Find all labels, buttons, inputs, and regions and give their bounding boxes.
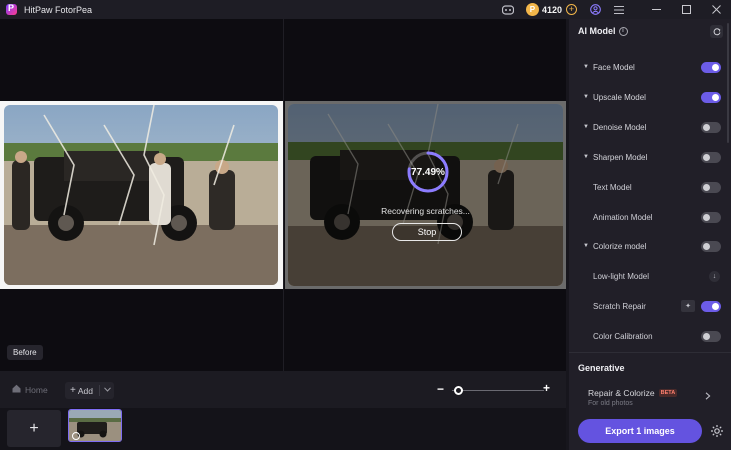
minimize-icon[interactable] [641,0,671,19]
gear-icon[interactable] [710,424,724,441]
model-toggle[interactable] [701,240,721,252]
model-row[interactable]: ▼ Denoise Model [569,119,731,135]
download-icon[interactable]: ↓ [709,270,720,282]
after-photo-frame: 77.49% Recovering scratches... Stop [285,101,566,289]
model-toggle[interactable] [701,181,721,193]
model-label: Face Model [593,62,635,72]
add-separator [98,385,100,396]
beta-badge: BETA [658,389,678,397]
thumbnail-strip: + [0,408,566,450]
processing-overlay [288,104,563,286]
repair-colorize-label: Repair & Colorize [588,388,655,398]
caret-down-icon[interactable]: ▼ [583,124,589,130]
model-label: Colorize model [593,241,647,251]
before-label: Before [7,345,43,360]
model-toggle[interactable] [701,330,721,342]
progress-ring: 77.49% [406,150,450,194]
model-row[interactable]: ▼ Sharpen Model [569,149,731,165]
zoom-out-button[interactable]: − [437,382,444,396]
compare-divider[interactable] [283,19,284,371]
preview-canvas: 77.49% Recovering scratches... Stop Befo… [0,19,566,371]
image-thumbnail[interactable] [68,409,122,442]
canvas-toolbar: Home + Add − + [0,371,566,408]
model-label: Text Model [593,182,632,192]
caret-down-icon[interactable]: ▼ [583,64,589,70]
ai-model-title: AI Model i [578,26,628,36]
close-icon[interactable] [701,0,731,19]
info-icon[interactable]: i [618,26,628,36]
chevron-down-icon[interactable] [104,387,111,394]
menu-icon[interactable] [611,2,627,18]
model-row[interactable]: ▼ Face Model [569,59,731,75]
user-icon[interactable] [587,2,603,18]
after-photo: 77.49% Recovering scratches... Stop [288,104,563,286]
ai-model-title-text: AI Model [578,26,616,36]
app-logo-icon [6,3,17,15]
magic-wand-icon[interactable]: ✦ [681,300,695,312]
maximize-icon[interactable] [671,0,701,19]
add-coins-icon[interactable]: + [566,4,577,15]
export-button[interactable]: Export 1 images [578,419,702,443]
app-title: HitPaw FotorPea [24,4,93,15]
zoom-slider[interactable] [452,390,544,391]
home-label: Home [25,384,48,395]
model-row[interactable]: ▼ Upscale Model [569,89,731,105]
reset-icon[interactable] [710,25,723,38]
model-label: Scratch Repair [593,301,646,311]
stop-button[interactable]: Stop [392,223,462,241]
zoom-in-button[interactable]: + [543,381,550,395]
settings-panel: AI Model i ▼ Face Model ▼ Upscale Model ▼ Den… [569,19,731,450]
model-row[interactable]: Scratch Repair ✦ [569,298,731,314]
model-label: Color Calibration [593,331,653,341]
caret-down-icon[interactable]: ▼ [583,243,589,249]
model-toggle[interactable] [701,211,721,223]
caret-down-icon[interactable]: ▼ [583,154,589,160]
title-bar: HitPaw FotorPea P 4120 + [0,0,731,19]
clock-icon [72,432,80,440]
model-row[interactable]: Color Calibration [569,328,731,344]
model-label: Sharpen Model [593,152,648,162]
home-button[interactable]: Home [12,384,48,395]
coin-icon: P [525,3,539,16]
model-toggle[interactable] [701,151,721,163]
model-toggle[interactable] [701,61,721,73]
model-label: Animation Model [593,212,653,222]
model-toggle[interactable] [701,121,721,133]
home-icon [12,384,21,395]
model-row[interactable]: Animation Model [569,209,731,225]
model-toggle[interactable] [701,300,721,312]
repair-colorize-item[interactable]: Repair & Colorize BETA For old photos [588,388,678,407]
model-row[interactable]: Low-light Model ↓ [569,268,731,284]
zoom-slider-handle[interactable] [454,386,463,395]
model-label: Denoise Model [593,122,647,132]
generative-title: Generative [578,363,625,373]
section-divider [569,352,731,353]
before-photo [4,105,278,285]
before-photo-frame [0,101,283,289]
model-label: Low-light Model [593,271,650,281]
plus-icon: + [70,385,76,396]
coin-balance[interactable]: P 4120 + [525,3,577,16]
model-toggle[interactable] [701,91,721,103]
model-row[interactable]: ▼ Colorize model [569,238,731,254]
processing-status: Recovering scratches... [381,206,470,216]
model-label: Upscale Model [593,92,646,102]
model-row[interactable]: Text Model [569,179,731,195]
add-button[interactable]: + Add [65,382,114,399]
discord-icon[interactable] [500,2,516,18]
chevron-right-icon[interactable] [705,392,711,402]
coin-count: 4120 [541,4,562,15]
add-image-button[interactable]: + [7,410,61,447]
progress-percent: 77.49% [411,166,445,178]
caret-down-icon[interactable]: ▼ [583,94,589,100]
add-label: Add [77,385,93,396]
repair-colorize-subtitle: For old photos [588,400,633,407]
